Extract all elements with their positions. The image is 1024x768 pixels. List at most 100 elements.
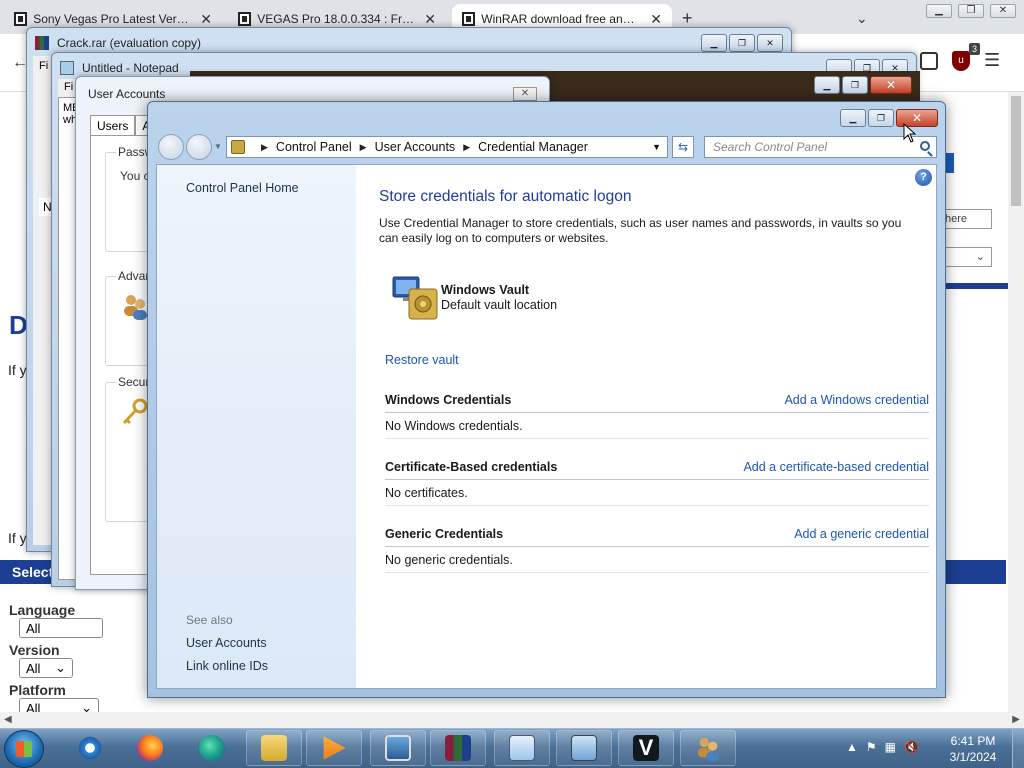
system-clock[interactable]: 6:41 PM 3/1/2024 — [940, 733, 1006, 765]
close-tab-icon[interactable]: ✕ — [640, 11, 672, 28]
menu-item-file[interactable]: Fi — [39, 60, 48, 72]
close-button[interactable]: ✕ — [870, 76, 912, 94]
filter-select-version[interactable]: All ⌄ — [19, 658, 73, 678]
window-title: Untitled - Notepad — [82, 61, 179, 75]
new-tab-button[interactable]: + — [682, 8, 693, 29]
close-button[interactable]: ✕ — [757, 34, 783, 52]
taskbar-media-player[interactable] — [306, 730, 362, 766]
task-pane: Control Panel Home See also User Account… — [157, 165, 356, 688]
breadcrumb-separator-icon[interactable]: ▶ — [261, 142, 268, 153]
scroll-right-icon[interactable]: ▶ — [1012, 714, 1020, 725]
maximize-button[interactable]: ❐ — [842, 76, 868, 94]
credential-manager-window[interactable]: ▁ ❐ ✕ ▼ ▶ Control Panel ▶ User Accounts … — [147, 101, 946, 698]
close-tab-icon[interactable]: ✕ — [190, 11, 222, 28]
filter-value: All — [26, 620, 41, 636]
section-title: Certificate-Based credentials — [385, 460, 558, 474]
volume-muted-icon[interactable]: 🔇 — [904, 740, 919, 754]
user-accounts-link[interactable]: User Accounts — [186, 636, 267, 650]
address-bar[interactable]: ▶ Control Panel ▶ User Accounts ▶ Creden… — [226, 136, 668, 158]
windows-vault-icon[interactable] — [391, 275, 439, 321]
taskbar-internet-explorer[interactable] — [62, 730, 118, 766]
scroll-left-icon[interactable]: ◀ — [4, 714, 12, 725]
minimize-button[interactable]: ▁ — [814, 76, 840, 94]
refresh-button[interactable]: ⇆ — [672, 136, 694, 158]
taskbar-user-accounts[interactable] — [680, 730, 736, 766]
filter-select-language[interactable]: All — [19, 618, 103, 638]
site-search-input[interactable]: here — [938, 209, 992, 229]
site-divider — [938, 283, 1008, 289]
photo-viewer-icon — [385, 735, 411, 761]
network-icon[interactable]: ▦ — [885, 740, 896, 754]
window-title: Crack.rar (evaluation copy) — [57, 36, 202, 50]
browser-close-button[interactable]: ✕ — [990, 4, 1016, 18]
browser-tab-title: Sony Vegas Pro Latest Versions — [33, 12, 191, 26]
tab-search-chevron-icon[interactable]: ⌄ — [856, 10, 868, 27]
site-paragraph: If y — [8, 530, 27, 546]
help-icon[interactable]: ? — [915, 169, 932, 186]
page-description: Use Credential Manager to store credenti… — [379, 216, 902, 245]
show-desktop-button[interactable] — [1012, 729, 1024, 768]
minimize-button[interactable]: ▁ — [701, 34, 727, 52]
control-panel-home-link[interactable]: Control Panel Home — [186, 181, 299, 195]
firefox-icon — [137, 735, 163, 761]
browser-vertical-scrollbar[interactable] — [1008, 92, 1024, 712]
taskbar-notepad[interactable] — [494, 730, 550, 766]
address-dropdown-icon[interactable]: ▼ — [652, 142, 661, 152]
close-tab-icon[interactable]: ✕ — [414, 11, 446, 28]
back-button[interactable] — [158, 134, 184, 160]
browser-menu-icon[interactable]: ☰ — [984, 50, 1000, 71]
add-windows-credential-link[interactable]: Add a Windows credential — [784, 393, 929, 407]
divider — [385, 505, 929, 506]
empty-message: No certificates. — [385, 486, 468, 500]
link-online-ids-link[interactable]: Link online IDs — [186, 659, 268, 673]
site-select[interactable]: ⌄ — [938, 247, 992, 267]
search-icon[interactable] — [920, 141, 930, 151]
notepad-icon — [60, 61, 74, 75]
key-icon — [122, 398, 148, 425]
close-button[interactable]: ✕ — [513, 87, 537, 101]
maximize-button[interactable]: ❐ — [868, 109, 894, 127]
breadcrumb-control-panel[interactable]: Control Panel — [276, 140, 352, 154]
divider — [385, 546, 929, 547]
recent-pages-chevron-icon[interactable]: ▼ — [214, 142, 222, 151]
divider — [385, 438, 929, 439]
taskbar-control-panel[interactable] — [556, 730, 612, 766]
credential-manager-content: Control Panel Home See also User Account… — [156, 164, 937, 689]
start-button[interactable] — [4, 730, 44, 768]
breadcrumb-user-accounts[interactable]: User Accounts — [375, 140, 456, 154]
taskbar-photo-viewer[interactable] — [370, 730, 426, 766]
section-title: Windows Credentials — [385, 393, 512, 407]
add-certificate-credential-link[interactable]: Add a certificate-based credential — [743, 460, 929, 474]
scrollbar-thumb[interactable] — [1011, 96, 1021, 206]
vault-title[interactable]: Windows Vault — [441, 283, 529, 297]
play-icon — [323, 736, 346, 760]
restore-vault-link[interactable]: Restore vault — [385, 353, 459, 367]
password-text: You c — [120, 169, 150, 183]
action-center-flag-icon[interactable]: ⚑ — [866, 740, 877, 754]
breadcrumb-separator-icon[interactable]: ▶ — [360, 142, 367, 153]
add-generic-credential-link[interactable]: Add a generic credential — [794, 527, 929, 541]
taskbar-file-explorer[interactable] — [246, 730, 302, 766]
site-favicon-icon — [14, 12, 28, 26]
ublock-origin-icon[interactable]: u3 — [952, 42, 980, 71]
breadcrumb-credential-manager[interactable]: Credential Manager — [478, 140, 588, 154]
maximize-button[interactable]: ❐ — [729, 34, 755, 52]
taskbar-edge[interactable] — [184, 730, 240, 766]
browser-horizontal-scrollbar[interactable]: ◀ ▶ — [0, 712, 1024, 728]
taskbar-winrar[interactable] — [430, 730, 486, 766]
breadcrumb-separator-icon[interactable]: ▶ — [463, 142, 470, 153]
show-hidden-icons-icon[interactable]: ▲ — [846, 740, 858, 754]
taskbar-firefox[interactable] — [122, 730, 178, 766]
forward-button[interactable] — [186, 134, 212, 160]
extensions-puzzle-icon[interactable] — [920, 51, 938, 70]
site-favicon-icon — [238, 12, 252, 26]
menu-item-file[interactable]: Fi — [64, 81, 73, 93]
browser-maximize-button[interactable]: ❐ — [958, 4, 984, 18]
taskbar-vegas[interactable]: V — [618, 730, 674, 766]
browser-minimize-button[interactable]: ▁ — [926, 4, 952, 18]
filter-value: All — [26, 660, 41, 676]
minimize-button[interactable]: ▁ — [840, 109, 866, 127]
clock-date: 3/1/2024 — [949, 750, 997, 764]
tab-users[interactable]: Users — [90, 115, 136, 135]
mouse-cursor-icon — [903, 123, 917, 143]
